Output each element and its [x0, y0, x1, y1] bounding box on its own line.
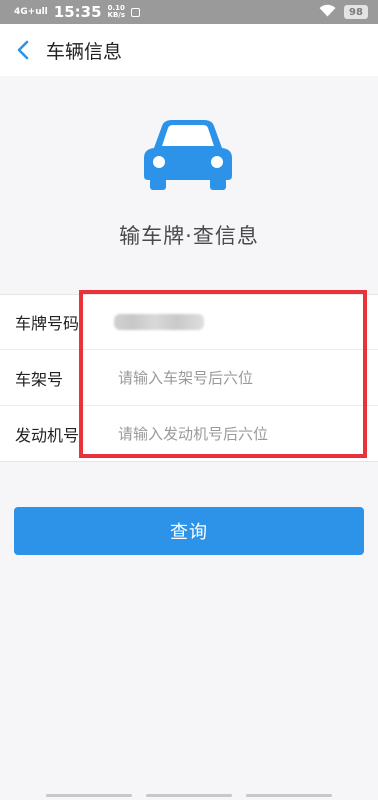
page-title: 车辆信息	[46, 40, 123, 63]
car-icon	[144, 120, 232, 190]
gesture-segment	[46, 794, 132, 797]
battery-icon: 98	[344, 5, 368, 19]
notification-icon	[131, 7, 141, 17]
gesture-segment	[246, 794, 332, 797]
plate-label: 车牌号码	[15, 314, 80, 333]
top-nav: 车辆信息	[0, 24, 378, 76]
net-speed: 0.10 KB/s	[108, 5, 125, 19]
net-speed-unit: KB/s	[107, 11, 126, 19]
engine-label: 发动机号	[15, 425, 80, 445]
tagline: 输车牌·查信息	[119, 224, 259, 248]
chevron-left-icon[interactable]	[12, 39, 34, 61]
status-right: 98	[319, 4, 368, 21]
wifi-icon	[319, 4, 336, 21]
bottom-gesture-bar	[0, 794, 378, 800]
highlight-box	[79, 290, 367, 458]
gesture-segment	[146, 794, 232, 797]
status-left: 4G+ull 15:35 0.10 KB/s	[14, 3, 141, 21]
frame-label: 车架号	[15, 369, 64, 389]
status-bar: 4G+ull 15:35 0.10 KB/s 98	[0, 0, 378, 24]
signal-icon: 4G+ull	[14, 6, 48, 17]
status-time: 15:35	[53, 3, 102, 21]
query-button[interactable]: 查询	[14, 507, 364, 555]
